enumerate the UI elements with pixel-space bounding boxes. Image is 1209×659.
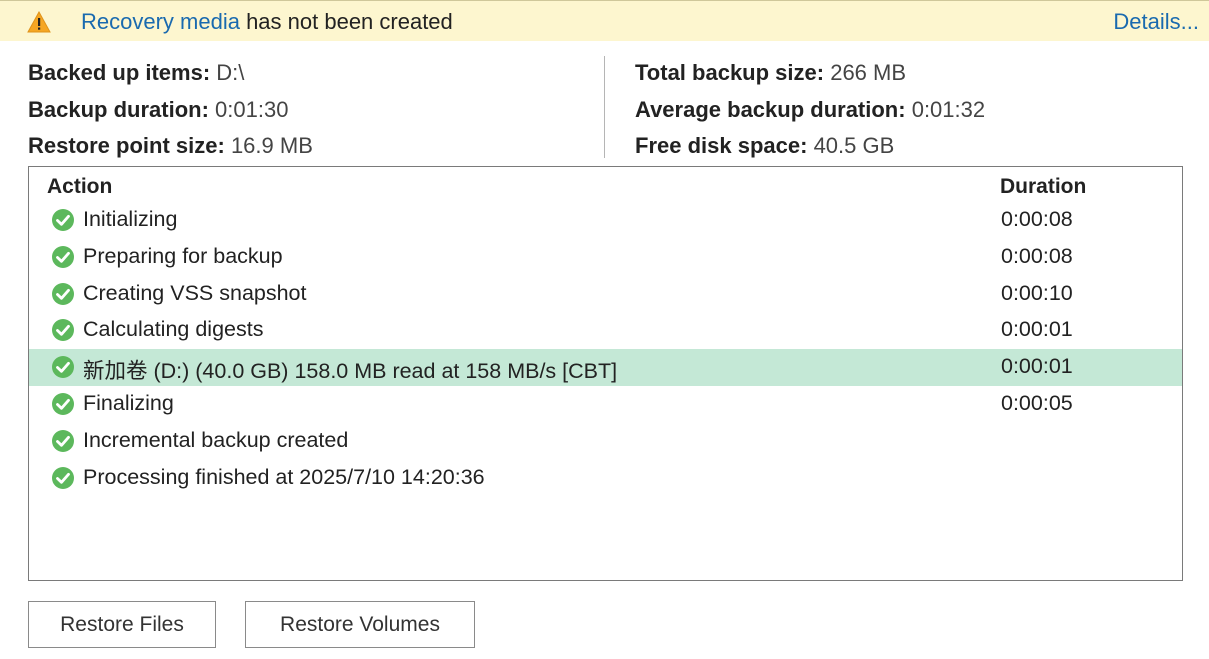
stat-backed-up-items: Backed up items: D:\: [28, 55, 313, 92]
log-row[interactable]: Initializing 0:00:08: [29, 202, 1182, 239]
stat-label: Backup duration:: [28, 96, 209, 122]
success-check-icon: [52, 282, 74, 305]
stat-value: 266 MB: [830, 60, 907, 85]
log-header: Action Duration: [29, 171, 1182, 203]
stat-value: 0:01:32: [911, 96, 986, 122]
restore-files-button[interactable]: Restore Files: [28, 601, 216, 648]
stat-backup-duration: Backup duration: 0:01:30: [28, 92, 313, 129]
log-rows: Initializing 0:00:08 Preparing for backup 0…: [29, 202, 1182, 496]
stat-free-disk-space: Free disk space: 40.5 GB: [635, 128, 985, 165]
log-row-duration: 0:00:01: [1001, 317, 1073, 342]
stat-label: Backed up items:: [28, 60, 211, 85]
stat-value: D:\: [216, 60, 245, 85]
success-check-icon: [52, 209, 74, 231]
column-header-action[interactable]: Action: [47, 175, 112, 199]
success-check-icon: [52, 245, 74, 268]
success-check-icon: [52, 466, 74, 489]
stat-average-backup-duration: Average backup duration: 0:01:32: [635, 92, 985, 129]
success-check-icon: [52, 429, 74, 452]
log-row[interactable]: Incremental backup created: [29, 423, 1182, 460]
log-row-duration: 0:00:05: [1001, 390, 1073, 415]
stats-divider: [604, 56, 605, 158]
details-link[interactable]: Details...: [1113, 9, 1199, 35]
log-row[interactable]: Finalizing 0:00:05: [29, 386, 1182, 423]
log-row[interactable]: 新加卷 (D:) (40.0 GB) 158.0 MB read at 158 …: [29, 349, 1182, 386]
stats-left: Backed up items: D:\ Backup duration: 0:…: [28, 55, 313, 165]
log-row-action: Processing finished at 2025/7/10 14:20:3…: [83, 464, 485, 489]
log-row-duration: 0:00:01: [1001, 354, 1073, 379]
stats-right: Total backup size: 266 MB Average backup…: [635, 55, 985, 165]
warning-banner: Recovery media has not been created Deta…: [0, 0, 1209, 41]
stat-label: Free disk space:: [635, 133, 808, 158]
success-check-icon: [52, 319, 74, 342]
restore-volumes-button[interactable]: Restore Volumes: [245, 601, 475, 648]
column-header-duration[interactable]: Duration: [1000, 175, 1086, 199]
log-row-action: Finalizing: [83, 390, 174, 415]
log-row-action: Calculating digests: [83, 317, 264, 342]
log-row[interactable]: Processing finished at 2025/7/10 14:20:3…: [29, 460, 1182, 497]
stat-label: Restore point size:: [28, 133, 225, 158]
stat-restore-point-size: Restore point size: 16.9 MB: [28, 128, 313, 165]
log-row-action: Initializing: [83, 207, 178, 231]
log-row-duration: 0:00:08: [1001, 243, 1073, 268]
stat-total-backup-size: Total backup size: 266 MB: [635, 55, 985, 92]
success-check-icon: [52, 356, 74, 379]
stat-label: Average backup duration:: [635, 96, 906, 122]
log-row-action: Incremental backup created: [83, 427, 349, 452]
warning-message: Recovery media has not been created: [81, 9, 453, 35]
log-row[interactable]: Calculating digests 0:00:01: [29, 312, 1182, 349]
stat-value: 16.9 MB: [230, 133, 313, 158]
recovery-media-link[interactable]: Recovery media: [81, 9, 240, 34]
success-check-icon: [52, 392, 74, 415]
stat-value: 40.5 GB: [813, 133, 895, 158]
log-row-action: Preparing for backup: [83, 243, 283, 268]
warning-message-text: has not been created: [239, 9, 453, 34]
stat-label: Total backup size:: [635, 60, 825, 85]
log-row[interactable]: Creating VSS snapshot 0:00:10: [29, 276, 1182, 313]
warning-icon: [27, 11, 51, 33]
stat-value: 0:01:30: [215, 96, 289, 122]
log-row-action: 新加卷 (D:) (40.0 GB) 158.0 MB read at 158 …: [83, 359, 618, 384]
log-row-duration: 0:00:10: [1001, 280, 1073, 305]
log-row-duration: 0:00:08: [1001, 207, 1073, 231]
log-row[interactable]: Preparing for backup 0:00:08: [29, 239, 1182, 276]
log-row-action: Creating VSS snapshot: [83, 280, 307, 305]
action-log-list[interactable]: Action Duration Initializing 0:00:08 Prepa…: [28, 166, 1183, 581]
